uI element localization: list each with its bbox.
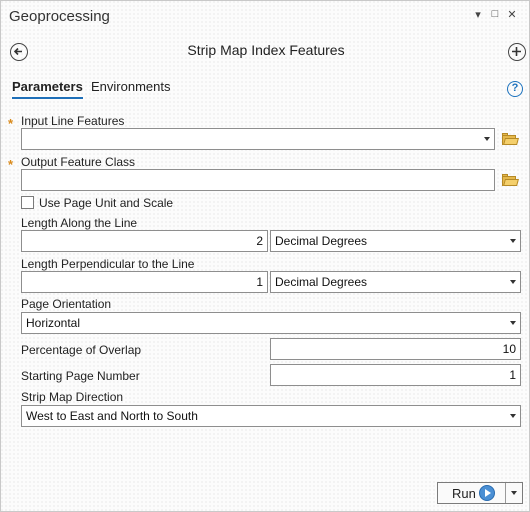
tab-environments[interactable]: Environments bbox=[91, 79, 170, 97]
page-orientation-label: Page Orientation bbox=[21, 297, 112, 311]
length-along-input[interactable]: 2 bbox=[21, 230, 268, 252]
length-perpendicular-unit-value: Decimal Degrees bbox=[275, 275, 368, 289]
percentage-overlap-input[interactable]: 10 bbox=[270, 338, 521, 360]
chevron-down-icon bbox=[510, 239, 516, 243]
run-button-divider bbox=[505, 483, 506, 503]
add-icon[interactable] bbox=[508, 43, 526, 61]
back-arrow-icon[interactable] bbox=[10, 43, 28, 61]
tool-header: Strip Map Index Features bbox=[1, 39, 530, 65]
length-along-unit-value: Decimal Degrees bbox=[275, 234, 368, 248]
percentage-overlap-label: Percentage of Overlap bbox=[21, 343, 142, 357]
starting-page-number-label: Starting Page Number bbox=[21, 369, 140, 383]
tab-parameters[interactable]: Parameters bbox=[12, 79, 83, 99]
length-perpendicular-unit-dropdown[interactable]: Decimal Degrees bbox=[270, 271, 521, 293]
tool-title: Strip Map Index Features bbox=[187, 42, 345, 58]
use-page-unit-checkbox[interactable] bbox=[21, 196, 34, 209]
length-perpendicular-input[interactable]: 1 bbox=[21, 271, 268, 293]
chevron-down-icon bbox=[484, 137, 490, 141]
output-feature-class-input[interactable] bbox=[21, 169, 495, 191]
title-bar: Geoprocessing ▾ □ ✕ bbox=[1, 1, 530, 35]
folder-browse-icon[interactable] bbox=[502, 174, 519, 186]
page-orientation-value: Horizontal bbox=[26, 316, 81, 330]
page-orientation-dropdown[interactable]: Horizontal bbox=[21, 312, 521, 334]
pane-options-icon[interactable]: ▾ bbox=[471, 8, 485, 21]
output-feature-class-label: Output Feature Class bbox=[21, 155, 136, 169]
input-line-features-dropdown[interactable] bbox=[21, 128, 495, 150]
maximize-icon[interactable]: □ bbox=[488, 8, 502, 20]
close-icon[interactable]: ✕ bbox=[505, 8, 519, 21]
chevron-down-icon bbox=[510, 280, 516, 284]
length-perpendicular-label: Length Perpendicular to the Line bbox=[21, 257, 195, 271]
strip-map-direction-dropdown[interactable]: West to East and North to South bbox=[21, 405, 521, 427]
play-icon bbox=[479, 485, 495, 501]
geoprocessing-pane: Geoprocessing ▾ □ ✕ Strip Map Index Feat… bbox=[0, 0, 530, 512]
input-line-features-label: Input Line Features bbox=[21, 114, 125, 128]
strip-map-direction-value: West to East and North to South bbox=[26, 409, 198, 423]
strip-map-direction-label: Strip Map Direction bbox=[21, 390, 124, 404]
help-icon[interactable]: ? bbox=[507, 81, 523, 97]
required-marker: * bbox=[8, 116, 14, 131]
tab-bar: Parameters Environments bbox=[1, 79, 530, 101]
required-marker: * bbox=[8, 157, 14, 172]
folder-browse-icon[interactable] bbox=[502, 133, 519, 145]
chevron-down-icon bbox=[510, 321, 516, 325]
use-page-unit-label: Use Page Unit and Scale bbox=[39, 196, 174, 210]
chevron-down-icon bbox=[510, 414, 516, 418]
run-options-chevron-icon[interactable] bbox=[511, 491, 517, 495]
starting-page-number-input[interactable]: 1 bbox=[270, 364, 521, 386]
pane-title: Geoprocessing bbox=[9, 8, 110, 25]
run-button[interactable]: Run bbox=[437, 482, 523, 504]
run-label: Run bbox=[452, 486, 476, 501]
length-along-unit-dropdown[interactable]: Decimal Degrees bbox=[270, 230, 521, 252]
length-along-label: Length Along the Line bbox=[21, 216, 138, 230]
